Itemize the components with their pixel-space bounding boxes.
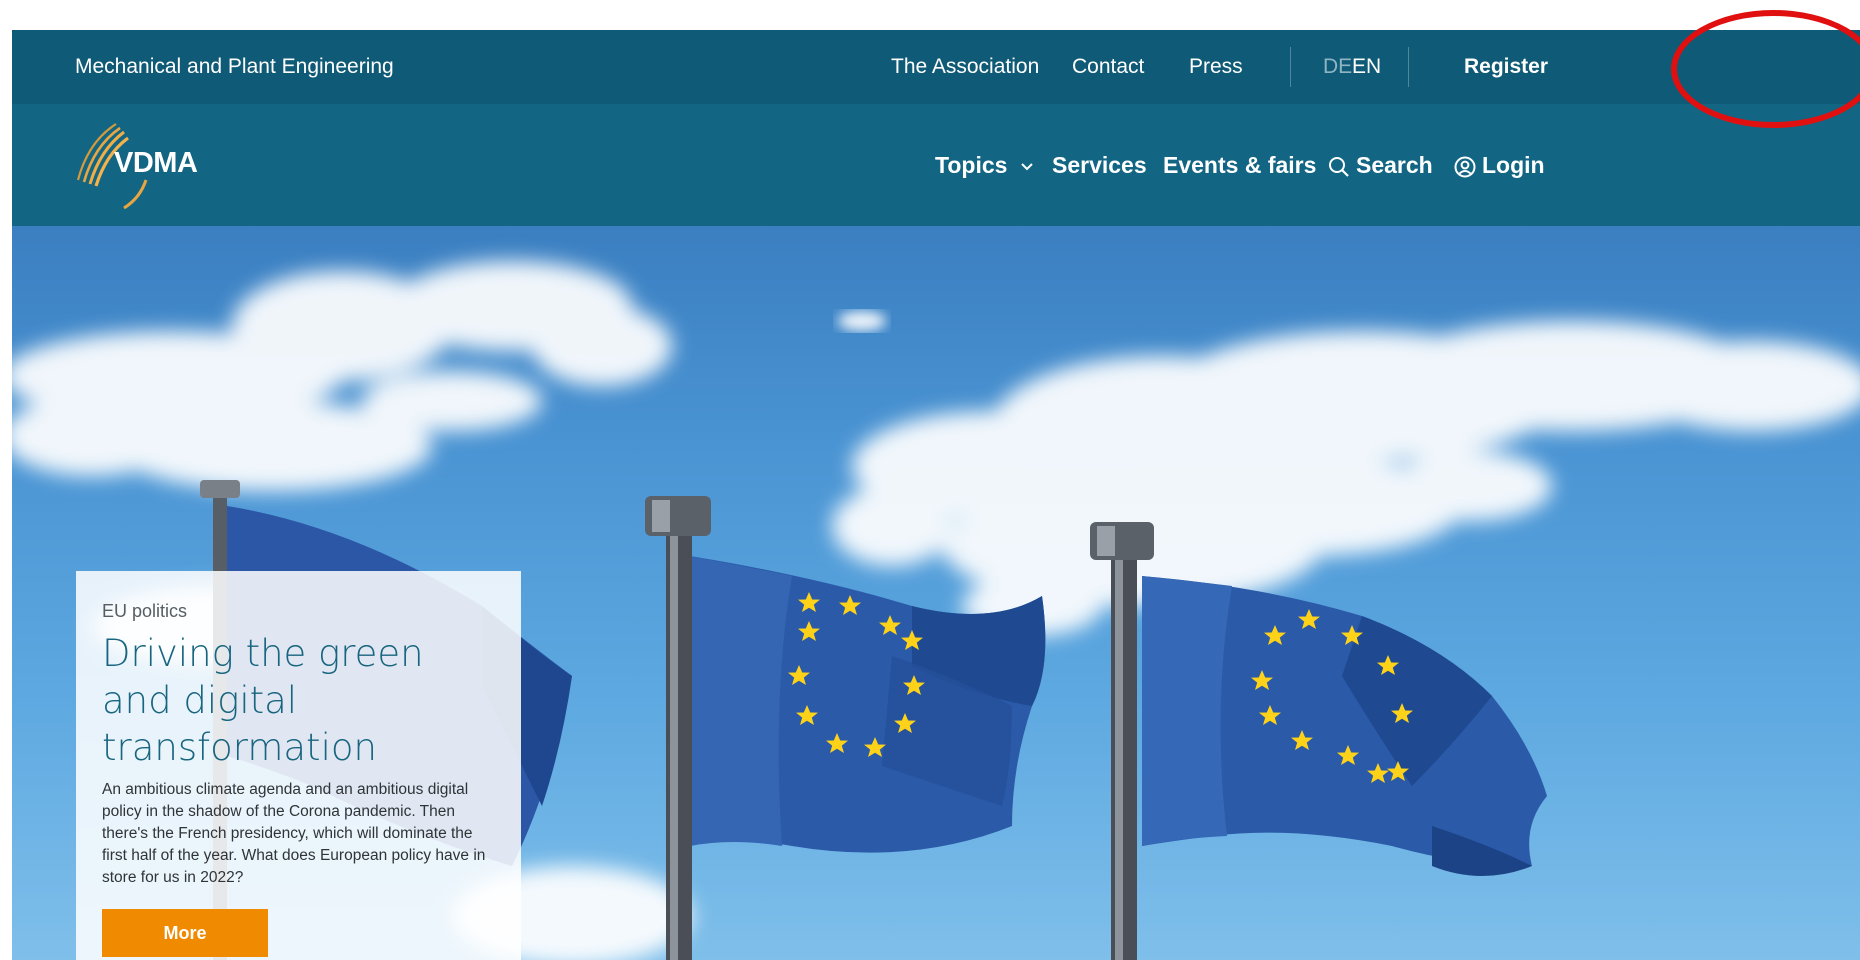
language-de-link[interactable]: DE (1323, 30, 1352, 104)
nav-login[interactable]: Login (1454, 104, 1545, 226)
nav-topics-label: Topics (935, 152, 1008, 178)
teaser-title: Driving the green and digital transforma… (102, 632, 424, 769)
search-icon (1329, 156, 1349, 177)
page: Mechanical and Plant Engineering The Ass… (0, 0, 1860, 960)
hero-banner: EU politics Driving the green and digita… (12, 226, 1860, 960)
hero-teaser-card: EU politics Driving the green and digita… (76, 571, 521, 960)
more-button[interactable]: More (102, 909, 268, 957)
teaser-text: An ambitious climate agenda and an ambit… (102, 781, 486, 886)
nav-services[interactable]: Services (1052, 104, 1147, 226)
link-press[interactable]: Press (1189, 30, 1243, 104)
register-link[interactable]: Register (1464, 30, 1548, 104)
nav-search[interactable]: Search (1328, 104, 1433, 226)
divider (1408, 47, 1409, 87)
language-en-link[interactable]: EN (1352, 30, 1381, 104)
site-tagline: Mechanical and Plant Engineering (75, 55, 394, 78)
teaser-kicker: EU politics (102, 601, 188, 621)
chevron-down-icon (1021, 163, 1033, 171)
browser-viewport: Mechanical and Plant Engineering The Ass… (12, 30, 1860, 960)
vdma-logo[interactable]: VDMA (74, 118, 214, 212)
nav-login-label: Login (1482, 152, 1545, 178)
nav-search-label: Search (1356, 152, 1433, 178)
nav-topics[interactable]: Topics (935, 104, 1034, 226)
utility-bar: Mechanical and Plant Engineering The Ass… (12, 30, 1860, 104)
main-navigation: VDMA Topics Services Events & fairs Sear… (12, 104, 1860, 226)
link-the-association[interactable]: The Association (891, 30, 1039, 104)
logo-text: VDMA (114, 147, 198, 179)
nav-events-fairs[interactable]: Events & fairs (1163, 104, 1316, 226)
user-circle-icon (1454, 156, 1476, 178)
eu-flag-icon (1090, 522, 1547, 960)
divider (1290, 47, 1291, 87)
link-contact[interactable]: Contact (1072, 30, 1144, 104)
